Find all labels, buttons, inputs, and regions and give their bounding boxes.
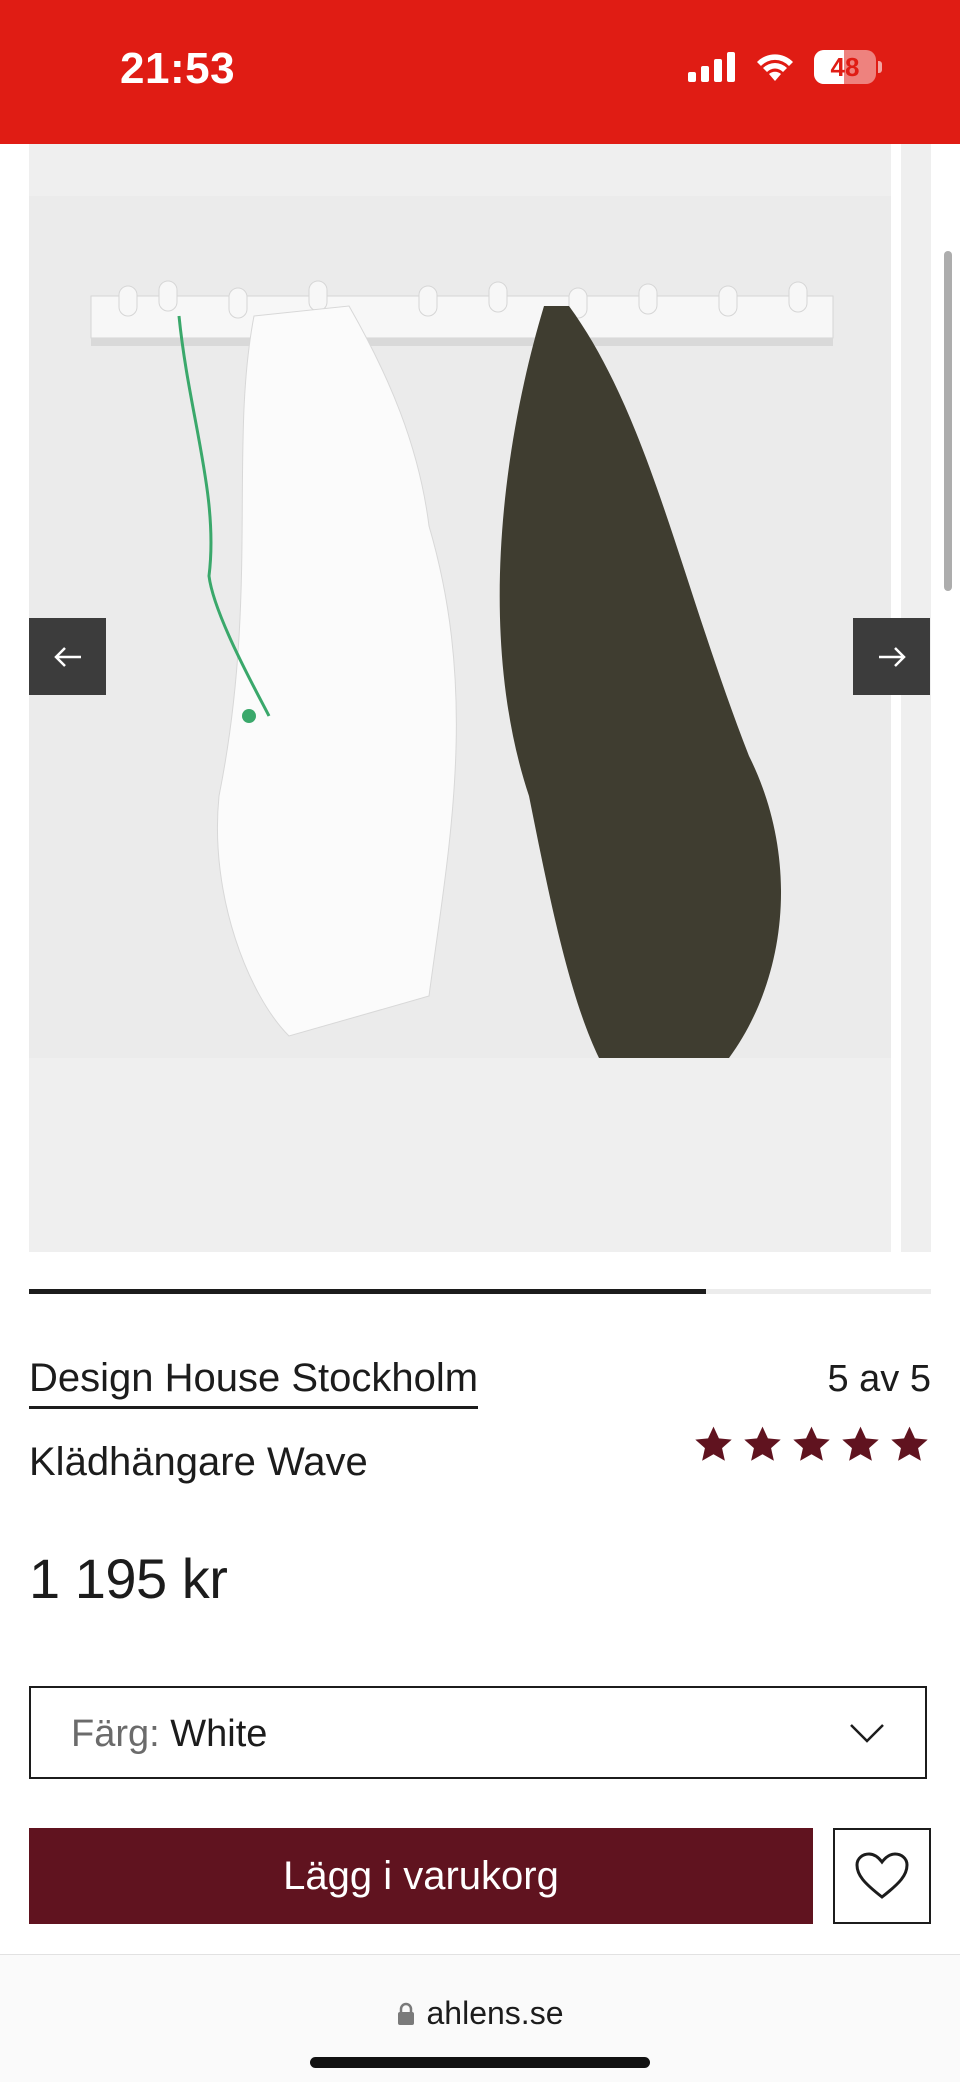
url-text: ahlens.se — [426, 1995, 564, 2031]
star-icon — [695, 1426, 732, 1461]
star-icon — [744, 1426, 781, 1461]
star-icon — [891, 1426, 928, 1461]
url-display[interactable]: ahlens.se — [0, 1995, 960, 2032]
product-gallery[interactable] — [0, 144, 960, 1252]
gallery-slide-current[interactable] — [29, 144, 891, 1252]
status-icons: 48 — [688, 50, 882, 84]
browser-address-bar[interactable]: ahlens.se — [0, 1954, 960, 2082]
status-time: 21:53 — [120, 44, 236, 93]
battery-icon: 48 — [814, 50, 876, 84]
status-bar: 21:53 48 — [0, 0, 960, 144]
product-price: 1 195 kr — [29, 1547, 228, 1610]
gallery-next-button[interactable] — [853, 618, 930, 695]
home-indicator[interactable] — [310, 2057, 650, 2068]
star-icon — [793, 1426, 830, 1461]
gallery-progress-fill — [29, 1289, 706, 1294]
arrow-right-icon — [878, 646, 906, 667]
color-select[interactable]: Färg: White — [29, 1686, 927, 1779]
gallery-prev-button[interactable] — [29, 618, 106, 695]
page-scrollbar[interactable] — [944, 251, 952, 591]
battery-tip — [878, 61, 882, 73]
wifi-icon — [757, 54, 793, 81]
rating-text: 5 av 5 — [827, 1358, 931, 1400]
heart-icon — [855, 1852, 909, 1899]
color-select-value: White — [170, 1713, 268, 1755]
chevron-down-icon — [850, 1724, 884, 1743]
lock-icon — [397, 2002, 414, 2025]
star-icon — [842, 1426, 879, 1461]
cellular-signal-icon — [688, 52, 735, 82]
gallery-slide-next[interactable] — [901, 144, 931, 1252]
battery-level: 48 — [830, 51, 860, 82]
color-select-text: Färg: White — [71, 1711, 267, 1757]
wishlist-button[interactable] — [833, 1828, 931, 1924]
add-to-cart-button[interactable]: Lägg i varukorg — [29, 1828, 813, 1924]
product-name: Klädhängare Wave — [29, 1440, 368, 1484]
rating-stars[interactable] — [692, 1424, 931, 1466]
color-select-label: Färg: — [71, 1713, 160, 1755]
product-image — [29, 196, 891, 1058]
brand-link[interactable]: Design House Stockholm — [29, 1354, 479, 1409]
gallery-progress — [29, 1289, 931, 1294]
arrow-left-icon — [53, 646, 81, 667]
